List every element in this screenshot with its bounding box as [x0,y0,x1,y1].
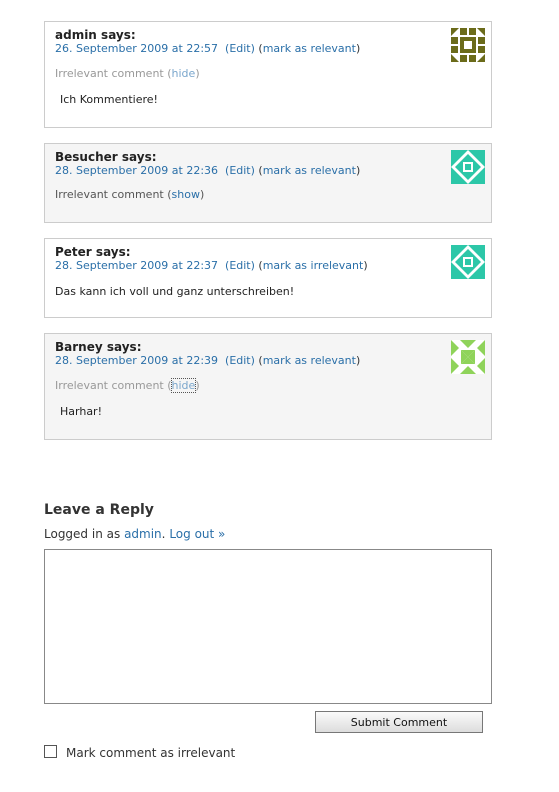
irrelevant-checkbox[interactable] [44,745,57,758]
comment-date-link[interactable]: 28. September 2009 at 22:39 [55,354,218,367]
mark-relevance-link[interactable]: mark as relevant [263,164,356,177]
irrelevant-notice: Irrelevant comment (hide) [55,67,200,80]
comment-author: Barney says: [55,340,142,354]
dot: . [161,527,166,541]
reply-heading: Leave a Reply [44,502,154,518]
submit-comment-button[interactable]: Submit Comment [315,711,483,733]
says-label: says: [101,28,136,42]
avatar [451,340,485,374]
says-label: says: [95,245,131,259]
comment-peter: Peter says: 28. September 2009 at 22:37 … [44,238,492,318]
comment-date-link[interactable]: 28. September 2009 at 22:37 [55,259,218,272]
edit-link[interactable]: (Edit) [225,354,255,367]
irrelevant-notice: Irrelevant comment (show) [55,188,204,201]
edit-link[interactable]: (Edit) [225,42,255,55]
edit-link[interactable]: (Edit) [225,259,255,272]
mark-relevance-link[interactable]: mark as relevant [263,354,356,367]
comment-meta: 28. September 2009 at 22:36 (Edit) (mark… [55,164,360,177]
avatar [451,245,485,279]
user-profile-link[interactable]: admin [124,527,162,541]
paren-close: ) [199,188,205,201]
paren-close: ) [355,354,361,367]
logout-link[interactable]: Log out » [169,527,225,541]
comment-author: admin says: [55,28,136,42]
identicon-icon [451,28,485,62]
comment-author: Besucher says: [55,150,157,164]
irrelevant-label: Irrelevant comment ( [55,67,172,80]
comment-text: Ich Kommentiere! [60,93,158,106]
comment-author: Peter says: [55,245,131,259]
comment-barney: Barney says: 28. September 2009 at 22:39… [44,333,492,440]
hide-link[interactable]: hide [170,378,197,393]
identicon-icon [451,340,485,374]
author-name: Besucher [55,150,118,164]
logged-in-line: Logged in as admin. Log out » [44,527,225,541]
says-label: says: [106,340,142,354]
paren-close: ) [363,259,368,272]
avatar [451,150,485,184]
author-name: admin [55,28,97,42]
author-name: Peter [55,245,92,259]
hide-link[interactable]: hide [172,67,196,80]
irrelevant-label: Irrelevant comment ( [55,188,172,201]
comment-meta: 26. September 2009 at 22:57 (Edit) (mark… [55,42,360,55]
paren-close: ) [195,379,200,392]
logged-in-label: Logged in as [44,527,121,541]
comment-meta: 28. September 2009 at 22:39 (Edit) (mark… [55,354,360,367]
irrelevant-notice: Irrelevant comment (hide) [55,378,200,393]
paren-close: ) [355,42,361,55]
mark-relevance-link[interactable]: mark as irrelevant [263,259,364,272]
says-label: says: [121,150,157,164]
avatar [451,28,485,62]
comment-textarea[interactable] [44,549,492,704]
irrelevant-checkbox-label[interactable]: Mark comment as irrelevant [66,746,235,760]
comment-date-link[interactable]: 26. September 2009 at 22:57 [55,42,218,55]
identicon-icon [451,150,485,184]
paren-close: ) [355,164,361,177]
mark-relevance-link[interactable]: mark as relevant [263,42,356,55]
paren-close: ) [195,67,200,80]
comment-besucher: Besucher says: 28. September 2009 at 22:… [44,143,492,223]
comment-meta: 28. September 2009 at 22:37 (Edit) (mark… [55,259,368,272]
irrelevant-label: Irrelevant comment ( [55,379,172,392]
author-name: Barney [55,340,103,354]
comment-admin: admin says: 26. September 2009 at 22:57 … [44,21,492,128]
comment-text: Harhar! [60,405,102,418]
show-link[interactable]: show [172,188,200,201]
identicon-icon [451,245,485,279]
edit-link[interactable]: (Edit) [225,164,255,177]
comment-date-link[interactable]: 28. September 2009 at 22:36 [55,164,218,177]
comment-text: Das kann ich voll und ganz unterschreibe… [55,285,295,298]
